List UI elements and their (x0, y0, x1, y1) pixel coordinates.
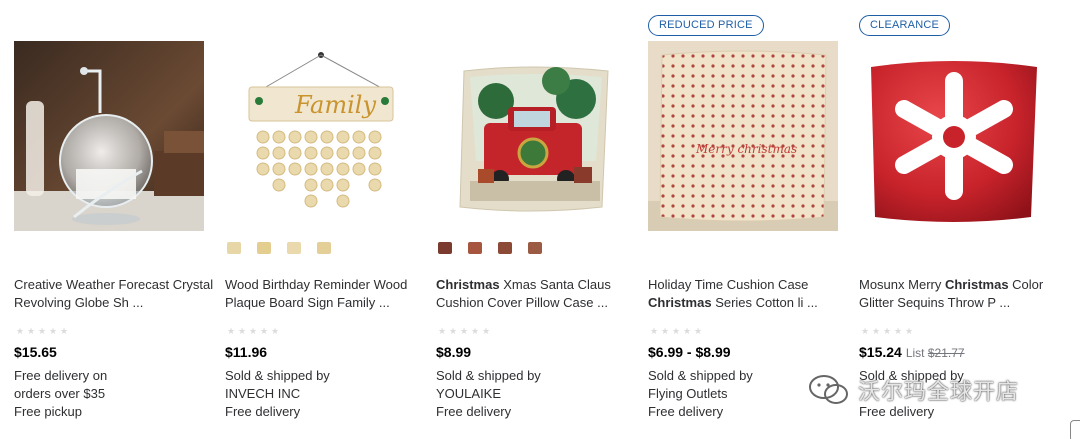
title-text: Mosunx Merry (859, 277, 945, 292)
price-value: $6.99 - $8.99 (648, 344, 731, 360)
star-icon: ★ (271, 326, 280, 336)
title-text: Series Cotton li ... (711, 295, 818, 310)
family-sign-text: Family (294, 91, 376, 119)
fulfillment-line: Free pickup (14, 404, 82, 419)
color-swatch[interactable] (257, 242, 271, 254)
fulfillment-line: Sold & shipped by (436, 368, 541, 383)
product-image-family-calendar[interactable]: Family (225, 41, 415, 231)
title-keyword: Christmas (648, 295, 712, 310)
star-icon: ★ (260, 326, 269, 336)
star-icon: ★ (27, 326, 36, 336)
product-title[interactable]: Wood Birthday Reminder Wood Plaque Board… (225, 276, 425, 312)
product-price: $15.65 (14, 343, 57, 361)
star-icon: ★ (471, 326, 480, 336)
fulfillment-line: Free delivery (436, 404, 512, 419)
star-icon: ★ (449, 326, 458, 336)
list-price-value: $21.77 (927, 346, 965, 360)
fulfillment-line: Sold & shipped by (225, 368, 330, 383)
product-price: $15.24 List $21.77 (859, 343, 965, 362)
color-swatch[interactable] (287, 242, 301, 254)
list-label: List (905, 346, 928, 360)
product-image-polka-pillow[interactable]: Merry christmas (648, 41, 838, 231)
rating-stars: ★ ★ ★ ★ ★ (227, 327, 280, 336)
color-swatch[interactable] (227, 242, 241, 254)
star-icon: ★ (238, 326, 247, 336)
color-swatches (227, 242, 331, 256)
star-icon: ★ (16, 326, 25, 336)
rating-stars: ★ ★ ★ ★ ★ (861, 327, 914, 336)
product-title[interactable]: Creative Weather Forecast Crystal Revolv… (14, 276, 214, 312)
title-keyword: Christmas (944, 277, 1009, 292)
star-icon: ★ (49, 326, 58, 336)
star-icon: ★ (460, 326, 469, 336)
color-swatch[interactable] (468, 242, 482, 254)
clearance-flag: CLEARANCE (859, 15, 951, 36)
price-value: $8.99 (436, 344, 472, 360)
star-icon: ★ (38, 326, 47, 336)
color-swatch[interactable] (438, 242, 452, 254)
color-swatches (438, 242, 542, 256)
star-icon: ★ (60, 326, 69, 336)
product-card[interactable]: Family Wood Birthday Reminder Wood Plaqu… (225, 0, 415, 439)
product-image-weather-globe[interactable] (14, 41, 204, 231)
color-swatch[interactable] (317, 242, 331, 254)
color-swatch[interactable] (528, 242, 542, 254)
fulfillment-line: Free delivery on (14, 368, 108, 383)
watermark: 沃尔玛全球开店 (808, 370, 1058, 410)
rating-stars: ★ ★ ★ ★ ★ (16, 327, 69, 336)
star-icon: ★ (861, 326, 870, 336)
product-card[interactable]: Creative Weather Forecast Crystal Revolv… (14, 0, 213, 439)
star-icon: ★ (249, 326, 258, 336)
product-image-sequin-pillow[interactable] (859, 41, 1049, 231)
wechat-icon (809, 375, 848, 404)
price-value: $15.65 (14, 344, 57, 360)
star-icon: ★ (683, 326, 692, 336)
star-icon: ★ (894, 326, 903, 336)
product-card[interactable]: Christmas Xmas Santa Claus Cushion Cover… (436, 0, 626, 439)
star-icon: ★ (694, 326, 703, 336)
star-icon: ★ (227, 326, 236, 336)
rating-stars: ★ ★ ★ ★ ★ (650, 327, 703, 336)
title-text: Creative Weather Forecast Crystal Revolv… (14, 277, 214, 310)
fulfillment-line: INVECH INC (225, 386, 301, 401)
star-icon: ★ (438, 326, 447, 336)
pillow-text: Merry christmas (695, 142, 797, 156)
star-icon: ★ (672, 326, 681, 336)
price-value: $15.24 (859, 344, 902, 360)
star-icon: ★ (883, 326, 892, 336)
star-icon: ★ (650, 326, 659, 336)
fulfillment-line: orders over $35 (14, 386, 106, 401)
watermark-text: 沃尔玛全球开店 (858, 380, 1020, 405)
rating-stars: ★ ★ ★ ★ ★ (438, 327, 491, 336)
list-price: List $21.77 (906, 346, 965, 360)
product-price: $8.99 (436, 343, 471, 361)
fulfillment-line: Free delivery (225, 404, 301, 419)
title-text: Wood Birthday Reminder Wood Plaque Board… (225, 277, 408, 310)
title-keyword: Christmas (436, 277, 500, 292)
fulfillment-info: Sold & shipped by INVECH INC Free delivery (225, 367, 415, 421)
star-icon: ★ (661, 326, 670, 336)
star-icon: ★ (905, 326, 914, 336)
fulfillment-line: YOULAIKE (436, 386, 502, 401)
reduced-price-flag: REDUCED PRICE (648, 15, 764, 36)
fulfillment-info: Sold & shipped by YOULAIKE Free delivery (436, 367, 626, 421)
product-image-truck-pillow[interactable] (436, 41, 626, 231)
fulfillment-info: Free delivery on orders over $35 Free pick… (14, 367, 204, 421)
scroll-handle[interactable] (1070, 420, 1080, 439)
product-title[interactable]: Christmas Xmas Santa Claus Cushion Cover… (436, 276, 636, 312)
star-icon: ★ (872, 326, 881, 336)
star-icon: ★ (482, 326, 491, 336)
product-title[interactable]: Mosunx Merry Christmas Color Glitter Seq… (859, 276, 1059, 312)
product-price: $11.96 (225, 343, 267, 361)
title-text: Holiday Time Cushion Case (648, 277, 809, 292)
color-swatch[interactable] (498, 242, 512, 254)
product-title[interactable]: Holiday Time Cushion Case Christmas Seri… (648, 276, 848, 312)
price-value: $11.96 (225, 344, 268, 360)
product-price: $6.99 - $8.99 (648, 343, 731, 361)
